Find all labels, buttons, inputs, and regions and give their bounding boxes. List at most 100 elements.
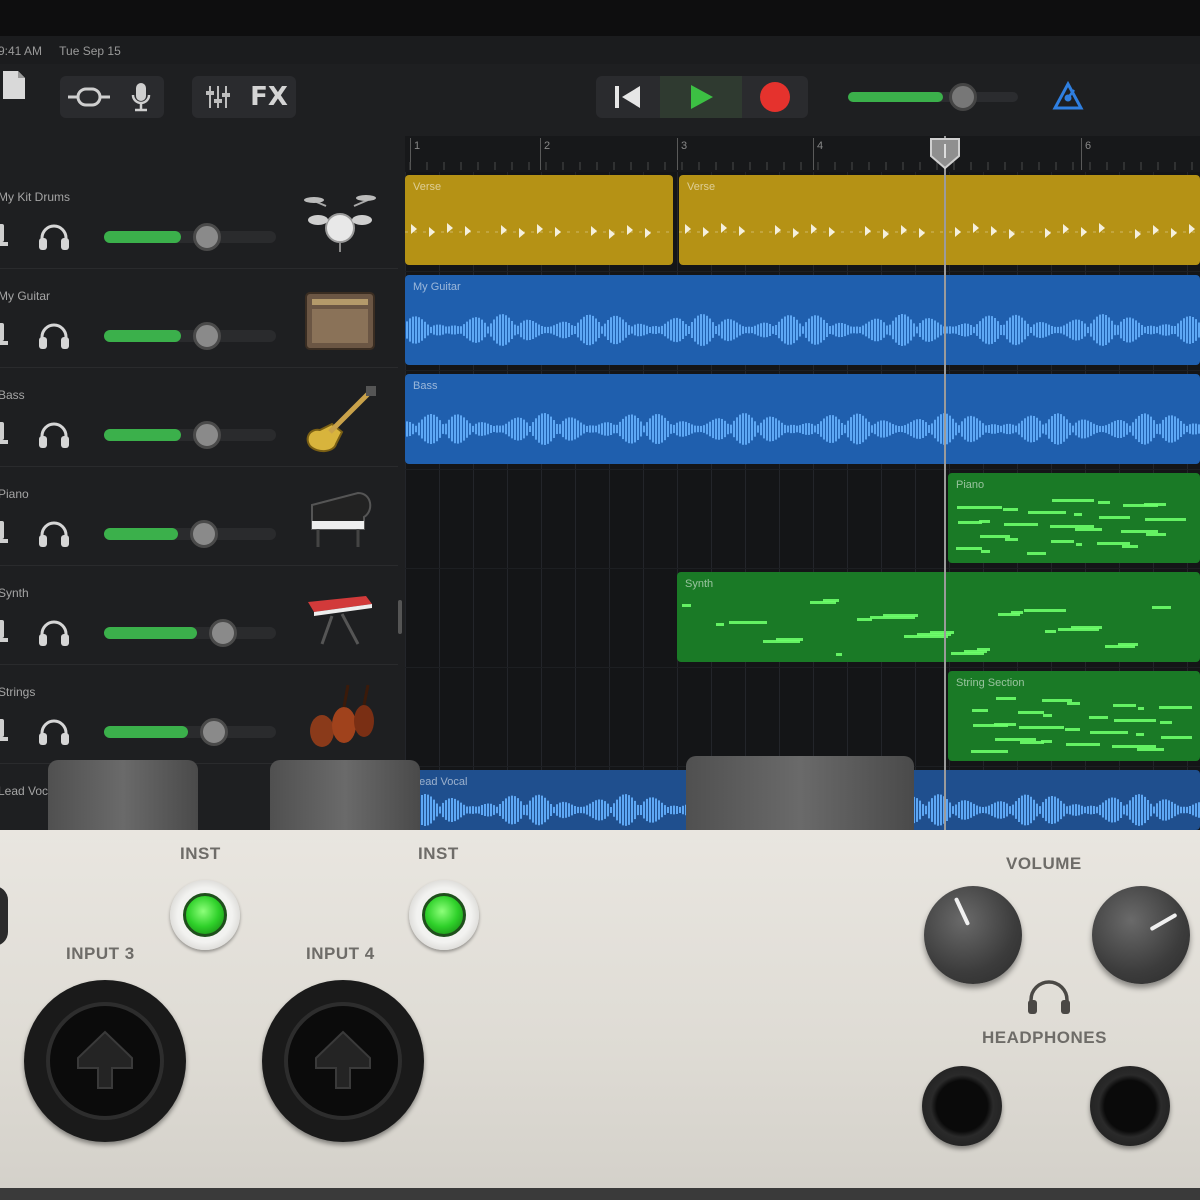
waveform [406,413,1200,445]
region[interactable]: Bass [405,374,1200,464]
record-enable-button[interactable] [0,321,10,347]
region[interactable]: String Section [948,671,1200,761]
gain-knob-top[interactable] [270,760,420,840]
instrument-thumbnail[interactable] [302,483,378,553]
inst-switch-4[interactable] [409,880,479,950]
record-button[interactable] [744,76,806,118]
input-3-label: INPUT 3 [66,944,135,963]
loop-browser-button[interactable] [64,76,114,118]
status-text: 9:41 AM Tue Sep 15 [0,44,135,58]
instrument-thumbnail[interactable] [302,384,378,454]
track-header[interactable]: My Guitar [0,269,398,368]
inst-led [183,893,227,937]
tuner-icon [1052,81,1084,110]
region-label: Synth [685,578,714,590]
play-icon [691,85,713,109]
playhead-line [944,136,946,830]
instrument-thumbnail[interactable] [302,186,378,256]
track-volume-knob[interactable] [208,619,237,647]
track-volume-knob[interactable] [193,322,222,350]
track-volume-knob[interactable] [193,223,222,251]
monitor-button[interactable] [38,519,70,549]
fx-button[interactable]: FX [242,76,296,118]
inst-switch-3[interactable] [170,880,240,950]
master-volume-slider[interactable] [848,83,1018,111]
combo-jack-input-4[interactable] [262,980,424,1142]
microphone-icon [131,83,151,112]
track-volume-knob[interactable] [200,718,229,746]
device-bottom-edge [0,1188,1200,1200]
record-enable-icon [0,521,8,543]
timeline-ruler[interactable]: 123456 [405,136,1200,172]
region-label: String Section [956,677,1025,689]
synth-keyboard-icon [308,596,372,645]
monitor-knob-top[interactable] [686,756,914,840]
document-button[interactable] [0,64,32,106]
record-enable-icon [0,719,8,741]
track-volume-slider[interactable] [104,718,276,746]
instrument-thumbnail[interactable] [302,582,378,652]
record-enable-button[interactable] [0,519,10,545]
track-volume-knob[interactable] [189,520,218,548]
play-button[interactable] [660,76,742,118]
track-list-scrollbar[interactable] [398,600,402,634]
volume-knob-main[interactable] [924,886,1022,984]
region[interactable]: Synth [677,572,1200,662]
tracks-area[interactable]: Verse Verse My Guitar Bass Piano Synth String … [405,172,1200,830]
headphones-icon [39,323,69,349]
region[interactable]: Verse [405,175,673,265]
status-date: Tue Sep 15 [59,44,121,58]
mixer-button[interactable] [196,76,240,118]
track-volume-slider[interactable] [104,322,276,350]
partial-knob-left[interactable] [0,886,8,946]
microphone-button[interactable] [124,76,158,118]
track-volume-slider[interactable] [104,421,276,449]
track-name: My Kit Drums [0,190,70,204]
track-header[interactable]: Bass [0,368,398,467]
gain-knob-top[interactable] [48,760,198,840]
track-volume-knob[interactable] [193,421,222,449]
record-enable-button[interactable] [0,420,10,446]
tuner-button[interactable] [1050,78,1086,114]
track-volume-slider[interactable] [104,619,276,647]
instrument-thumbnail[interactable] [302,285,378,355]
region[interactable]: My Guitar [405,275,1200,365]
track-header[interactable]: Synth [0,566,398,665]
track-volume-slider[interactable] [104,520,276,548]
waveform [406,314,1200,346]
headphone-jack-2[interactable] [1090,1066,1170,1146]
monitor-button[interactable] [38,717,70,747]
drum-hits [405,223,673,239]
combo-jack-input-3[interactable] [24,980,186,1142]
inst-label: INST [418,844,459,863]
track-volume-slider[interactable] [104,223,276,251]
inst-led [422,893,466,937]
volume-knob-headphones[interactable] [1092,886,1190,984]
track-volume-fill [104,231,182,243]
record-enable-button[interactable] [0,717,10,743]
record-enable-button[interactable] [0,618,10,644]
go-to-start-button[interactable] [596,76,658,118]
status-bar: 9:41 AM Tue Sep 15 [0,36,1200,64]
monitor-button[interactable] [38,321,70,351]
region[interactable]: Verse [679,175,1200,265]
track-header[interactable]: Strings [0,665,398,764]
garageband-app: 9:41 AM Tue Sep 15 FX My Kit Drums My Gu… [0,0,1200,830]
record-icon [760,82,790,112]
headphone-jack-1[interactable] [922,1066,1002,1146]
region[interactable]: Piano [948,473,1200,563]
monitor-button[interactable] [38,222,70,252]
track-headers: My Kit Drums My Guitar Bass Piano Synth Strin… [0,170,398,830]
headphones-icon [39,719,69,745]
record-enable-icon [0,224,8,246]
playhead-handle[interactable] [928,136,962,170]
record-enable-button[interactable] [0,222,10,248]
guitar-amp-icon [305,292,375,350]
track-volume-fill [104,429,182,441]
instrument-thumbnail[interactable] [302,681,378,751]
track-header[interactable]: My Kit Drums [0,170,398,269]
track-header[interactable]: Piano [0,467,398,566]
headphones-icon [39,224,69,250]
monitor-button[interactable] [38,618,70,648]
monitor-button[interactable] [38,420,70,450]
